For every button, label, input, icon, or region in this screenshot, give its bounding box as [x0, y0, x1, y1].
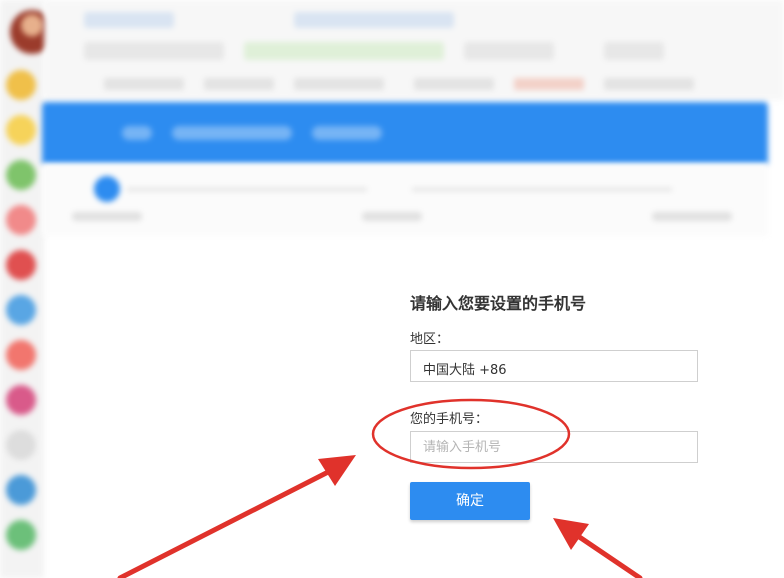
app-icon[interactable]: [6, 475, 36, 505]
app-dock: [0, 0, 54, 578]
toolbar-buttons[interactable]: [604, 42, 664, 60]
arrow-annotation: [117, 455, 356, 578]
bookmark[interactable]: [514, 78, 584, 90]
browser-tab[interactable]: [84, 12, 174, 28]
address-bar[interactable]: [244, 42, 444, 60]
bookmark[interactable]: [414, 78, 494, 90]
browser-tab[interactable]: [294, 12, 454, 28]
step-indicator-active: [94, 176, 120, 202]
app-icon[interactable]: [6, 205, 36, 235]
step-label: [652, 212, 732, 221]
header-title: [172, 126, 292, 140]
form-title: 请输入您要设置的手机号: [410, 294, 587, 313]
app-icon[interactable]: [6, 385, 36, 415]
step-connector: [127, 188, 367, 191]
app-icon[interactable]: [6, 115, 36, 145]
region-select[interactable]: 中国大陆 +86: [410, 350, 698, 382]
bookmark[interactable]: [104, 78, 184, 90]
app-icon[interactable]: [6, 520, 36, 550]
step-label: [362, 212, 422, 221]
arrow-annotation: [553, 518, 643, 578]
step-connector: [412, 188, 672, 191]
app-icon[interactable]: [6, 295, 36, 325]
page-header: [42, 102, 768, 164]
phone-input[interactable]: [411, 432, 697, 462]
bookmark[interactable]: [204, 78, 274, 90]
app-icon[interactable]: [6, 70, 36, 100]
browser-chrome: [44, 0, 784, 100]
region-label: 地区：: [410, 332, 450, 347]
header-subtitle: [312, 126, 382, 140]
phone-label: 您的手机号：: [410, 412, 489, 427]
app-icon[interactable]: [6, 430, 36, 460]
phone-field: [410, 431, 698, 463]
toolbar-extension[interactable]: [464, 42, 554, 60]
header-logo: [122, 126, 152, 140]
app-icon[interactable]: [6, 340, 36, 370]
toolbar-buttons[interactable]: [84, 42, 224, 60]
app-icon[interactable]: [6, 160, 36, 190]
progress-steps: [42, 164, 768, 236]
confirm-button[interactable]: 确定: [410, 482, 530, 520]
bookmark[interactable]: [294, 78, 384, 90]
app-icon[interactable]: [6, 250, 36, 280]
step-label: [72, 212, 142, 221]
region-value: 中国大陆 +86: [423, 363, 507, 378]
bookmark[interactable]: [604, 78, 694, 90]
